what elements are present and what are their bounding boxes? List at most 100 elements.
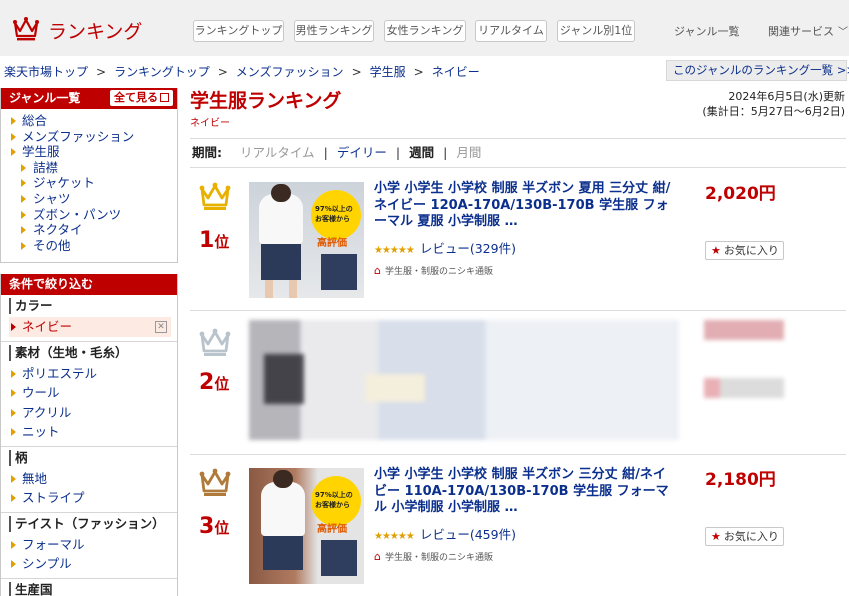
rank-value: 2	[199, 370, 215, 395]
genre-item[interactable]: ズボン・パンツ	[9, 207, 177, 223]
filter-item-label: アクリル	[22, 404, 72, 420]
filter-group-title: 素材（生地・毛糸）	[9, 344, 177, 361]
genre-label: その他	[33, 237, 71, 253]
genre-label: 詰襟	[33, 159, 59, 175]
genre-label: メンズファッション	[22, 128, 135, 144]
shop-link[interactable]: ⌂ 学生服・制服のニシキ通販	[374, 264, 493, 277]
filter-box: 条件で絞り込む カラー ネイビー ✕ 素材（生地・毛糸） ポリエステル ウール アクリル ニッ…	[0, 274, 178, 596]
product-image[interactable]: 97%以上の お客様から 高評価	[249, 468, 364, 584]
filter-item-label: シンプル	[22, 556, 72, 571]
nav-genre-first[interactable]: ジャンル別1位	[557, 20, 635, 42]
nav-related-services[interactable]: 関連サービス ﹀	[768, 23, 848, 39]
nav-genre-list[interactable]: ジャンル一覧	[674, 23, 739, 39]
filter-group: 柄無地 ストライプ	[1, 445, 177, 512]
rank-value: 1	[199, 228, 215, 253]
badge-text-bottom: 高評価	[317, 524, 347, 535]
triangle-bullet-icon	[11, 323, 16, 331]
star-icon: ★	[711, 530, 721, 543]
filter-group-title: テイスト（ファッション）	[9, 515, 177, 532]
triangle-bullet-icon	[11, 117, 16, 125]
see-all-button[interactable]: 全て見る	[110, 90, 173, 106]
ranking-item: 1位 97%以上の お客様から 高評価 小学 小学生 小学校 制服 半ズボン 夏…	[190, 170, 846, 311]
period-divider: |	[395, 145, 401, 160]
filter-item[interactable]: アクリル	[9, 403, 177, 423]
genre-list-box: ジャンル一覧 全て見る 総合 メンズファッション 学生服 詰襟 ジャケット シャツ ズボン・…	[0, 88, 178, 263]
breadcrumb-mens-fashion[interactable]: メンズファッション	[236, 65, 344, 79]
rank-value: 3	[199, 514, 215, 539]
filter-item[interactable]: ウール	[9, 383, 177, 403]
genre-item[interactable]: メンズファッション	[9, 129, 177, 145]
star-rating-icon: ★★★★★	[374, 531, 415, 542]
nav-realtime[interactable]: リアルタイム	[475, 20, 547, 42]
filter-item[interactable]: ポリエステル	[9, 364, 177, 384]
rank-suffix: 位	[214, 233, 230, 251]
product-image[interactable]: 97%以上の お客様から 高評価	[249, 182, 364, 298]
filter-item[interactable]: ストライプ	[9, 488, 177, 508]
logo-text[interactable]: ランキング	[48, 17, 142, 44]
triangle-bullet-icon	[11, 389, 16, 397]
genre-item[interactable]: 学生服	[9, 144, 177, 160]
breadcrumb-school-uniform[interactable]: 学生服	[370, 65, 406, 79]
remove-filter-icon[interactable]: ✕	[155, 321, 167, 333]
period-label: 期間:	[192, 145, 222, 160]
genre-ranking-list-link[interactable]: このジャンルのランキング一覧 >>	[666, 60, 849, 81]
genre-label: ネクタイ	[33, 222, 83, 238]
filter-item-label: ネイビー	[22, 319, 73, 334]
triangle-bullet-icon	[11, 540, 16, 549]
update-date: 2024年6月5日(水)更新	[728, 90, 845, 103]
product-title[interactable]: 小学 小学生 小学校 制服 半ズボン 三分丈 紺/ネイビー 110A-170A/…	[374, 467, 678, 517]
period-realtime: リアルタイム	[240, 145, 315, 160]
bronze-crown-icon	[199, 468, 231, 496]
hair-shape	[271, 184, 291, 202]
favorite-button[interactable]: ★ お気に入り	[705, 241, 784, 260]
chevron-down-icon: ﹀	[838, 27, 848, 38]
page-subtitle: ネイビー	[190, 118, 230, 129]
triangle-bullet-icon	[11, 474, 16, 483]
rank-number: 3位	[199, 514, 229, 539]
filter-item-selected[interactable]: ネイビー ✕	[9, 317, 171, 337]
genre-item[interactable]: ジャケット	[9, 175, 177, 191]
see-all-label: 全て見る	[114, 91, 158, 104]
filter-item-label: ストライプ	[22, 490, 85, 505]
genre-item[interactable]: 詰襟	[9, 160, 177, 176]
breadcrumb-navy[interactable]: ネイビー	[432, 65, 480, 79]
breadcrumb-ranking-top[interactable]: ランキングトップ	[114, 65, 210, 79]
hair-shape	[273, 470, 293, 488]
filter-item[interactable]: フォーマル	[9, 535, 177, 555]
favorite-label: お気に入り	[723, 244, 779, 257]
silver-crown-icon	[199, 328, 231, 356]
nav-ranking-top[interactable]: ランキングトップ	[193, 20, 284, 42]
shop-name: 学生服・制服のニシキ通販	[384, 267, 493, 277]
period-daily[interactable]: デイリー	[337, 145, 387, 160]
shop-name: 学生服・制服のニシキ通販	[384, 553, 493, 563]
rakuten-ranking-logo[interactable]	[12, 14, 40, 42]
breadcrumb-separator: >	[351, 65, 362, 79]
genre-list-title: ジャンル一覧	[9, 91, 81, 105]
nav-female-ranking[interactable]: 女性ランキング	[384, 20, 466, 42]
top-header: ランキング ランキングトップ 男性ランキング 女性ランキング リアルタイム ジャ…	[0, 0, 849, 56]
favorite-label: お気に入り	[723, 530, 779, 543]
filter-item[interactable]: シンプル	[9, 554, 177, 574]
triangle-bullet-icon	[21, 210, 26, 219]
filter-item[interactable]: ニット	[9, 422, 177, 442]
review-link[interactable]: ★★★★★ レビュー(459件)	[374, 524, 516, 543]
genre-item[interactable]: ネクタイ	[9, 222, 177, 238]
filter-group-title: 柄	[9, 449, 177, 466]
product-title[interactable]: 小学 小学生 小学校 制服 半ズボン 夏用 三分丈 紺/ネイビー 120A-17…	[374, 181, 678, 231]
genre-item[interactable]: 総合	[9, 113, 177, 129]
triangle-bullet-icon	[21, 194, 26, 203]
favorite-button[interactable]: ★ お気に入り	[705, 527, 784, 546]
shop-home-icon: ⌂	[374, 550, 381, 563]
shop-link[interactable]: ⌂ 学生服・制服のニシキ通販	[374, 550, 493, 563]
breadcrumb-rakuten-top[interactable]: 楽天市場トップ	[4, 65, 88, 79]
filter-item[interactable]: 無地	[9, 469, 177, 489]
filter-group: テイスト（ファッション） フォーマル シンプル	[1, 511, 177, 578]
star-icon: ★	[711, 244, 721, 257]
review-link[interactable]: ★★★★★ レビュー(329件)	[374, 238, 516, 257]
genre-item[interactable]: シャツ	[9, 191, 177, 207]
period-monthly: 月間	[456, 145, 482, 160]
filter-group-title: 生産国	[9, 581, 177, 596]
nav-male-ranking[interactable]: 男性ランキング	[294, 20, 374, 42]
folded-shorts-shape	[321, 254, 357, 290]
genre-item[interactable]: その他	[9, 238, 177, 254]
